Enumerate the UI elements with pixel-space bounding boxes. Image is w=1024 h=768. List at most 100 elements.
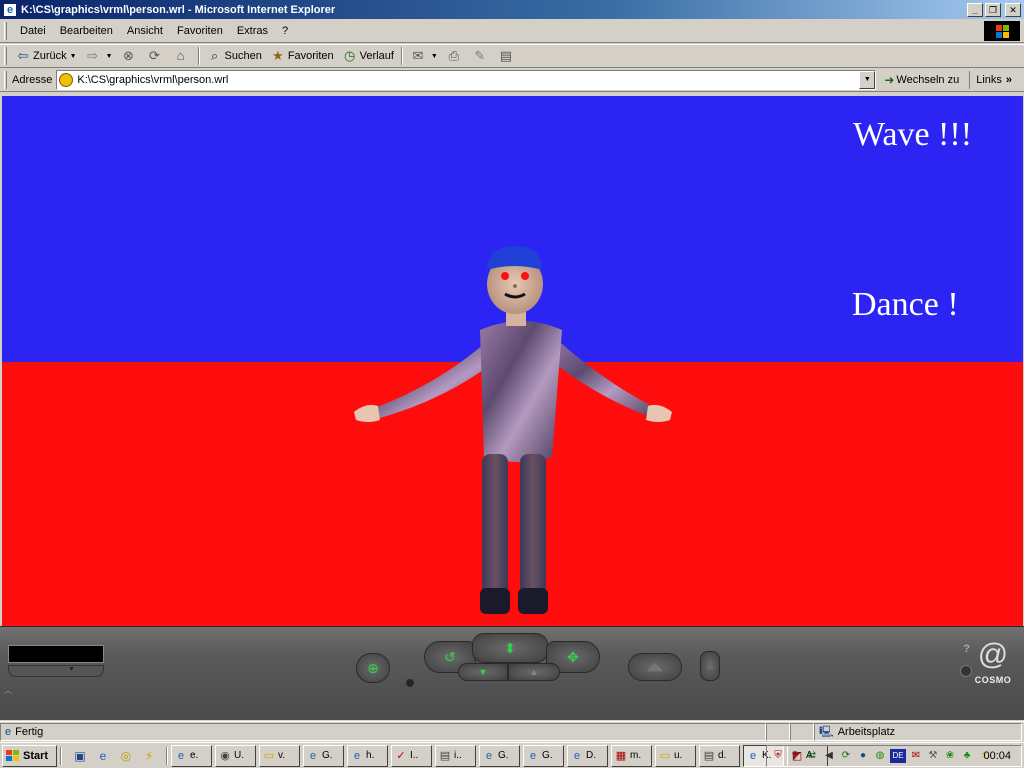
task-label: u. xyxy=(674,750,683,761)
go-label: Wechseln zu xyxy=(896,74,960,86)
task-label: v. xyxy=(278,750,286,761)
walk-button[interactable]: ⬍ xyxy=(472,633,548,663)
task-label: G. xyxy=(322,750,333,761)
print-button[interactable]: ⎙ xyxy=(442,45,468,67)
task-label: m. xyxy=(630,750,642,761)
network-icon[interactable]: ⇄ xyxy=(805,749,819,763)
status-text-panel: e Fertig xyxy=(0,723,766,741)
status-text: Fertig xyxy=(15,726,44,738)
favorites-button[interactable]: ★ Favoriten xyxy=(266,45,338,67)
shield-icon[interactable]: ⛨ xyxy=(771,749,785,763)
taskbar-task[interactable]: e G. xyxy=(479,744,520,767)
vrml-viewport[interactable]: Wave !!! Dance ! xyxy=(2,96,1023,626)
zoom-out-button[interactable]: ▲ xyxy=(508,663,560,681)
magnifier-icon[interactable]: ⚲ xyxy=(788,749,802,763)
gravity-toggle[interactable] xyxy=(406,679,414,687)
dance-link[interactable]: Dance ! xyxy=(852,286,959,324)
ie-icon: e xyxy=(3,2,17,17)
print-icon: ⎙ xyxy=(448,48,460,63)
forward-button[interactable]: ⇨ ▼ xyxy=(81,45,117,67)
history-button[interactable]: ◷ Verlauf xyxy=(338,45,398,67)
menu-favoriten[interactable]: Favoriten xyxy=(170,25,230,37)
discuss-icon: ▤ xyxy=(499,48,512,63)
clover-icon[interactable]: ♣ xyxy=(960,749,974,763)
language-indicator[interactable]: DE xyxy=(890,749,906,763)
refresh-button[interactable]: ⟳ xyxy=(143,45,169,67)
mail-button[interactable]: ✉ ▼ xyxy=(406,45,442,67)
taskbar-task[interactable]: ▤ d. xyxy=(699,744,740,767)
taskbar-task[interactable]: e G. xyxy=(303,744,344,767)
antivirus-icon[interactable]: ◍ xyxy=(873,749,887,763)
wave-link[interactable]: Wave !!! xyxy=(853,116,972,154)
taskbar-task[interactable]: e G. xyxy=(523,744,564,767)
links-button[interactable]: Links» xyxy=(969,71,1012,89)
dropdown-arrow-icon[interactable]: ▼ xyxy=(431,53,438,60)
clock[interactable]: 00:04 xyxy=(983,750,1011,762)
dropdown-arrow-icon[interactable]: ▼ xyxy=(70,53,77,60)
address-input[interactable] xyxy=(77,74,848,86)
taskbar-task[interactable]: e e. xyxy=(171,744,212,767)
viewpoint-selector[interactable]: ▼ xyxy=(8,665,104,677)
taskbar-task[interactable]: ▭ u. xyxy=(655,744,696,767)
back-button[interactable]: ⇦ Zurück ▼ xyxy=(11,45,81,67)
viewpoint-prev-next-button[interactable]: ◢◣ xyxy=(628,653,682,681)
chat-icon[interactable]: ✉ xyxy=(909,749,923,763)
taskbar-task[interactable]: ◉ U. xyxy=(215,744,256,767)
taskbar-task[interactable]: ✓ I.. xyxy=(391,744,432,767)
dropdown-arrow-icon[interactable]: ▼ xyxy=(68,666,75,673)
menu-datei[interactable]: Datei xyxy=(13,25,53,37)
toolbar-grip[interactable] xyxy=(4,47,7,65)
tool-icon[interactable]: ⚒ xyxy=(926,749,940,763)
discuss-button[interactable]: ▤ xyxy=(494,45,520,67)
menu-extras[interactable]: Extras xyxy=(230,25,275,37)
taskbar-task[interactable]: e D. xyxy=(567,744,608,767)
task-label: d. xyxy=(718,750,727,761)
seek-button[interactable]: ⊕ xyxy=(356,653,390,683)
go-button[interactable]: ➜ Wechseln zu xyxy=(884,73,959,87)
dropdown-arrow-icon[interactable]: ▼ xyxy=(106,53,113,60)
ie-quicklaunch-icon[interactable]: e xyxy=(94,747,112,765)
stop-button[interactable]: ⊗ xyxy=(117,45,143,67)
cosmo-logo-text: COSMO xyxy=(974,675,1012,685)
prev-next-icon: ◢◣ xyxy=(646,661,664,673)
app-icon: ▤ xyxy=(703,749,715,762)
flower-icon[interactable]: ❀ xyxy=(943,749,957,763)
address-field[interactable]: ▼ xyxy=(56,70,877,90)
straighten-icon: ⊥ xyxy=(705,660,715,672)
search-icon: ⌕ xyxy=(210,48,219,63)
taskbar-task[interactable]: ▤ i.. xyxy=(435,744,476,767)
media-icon[interactable]: ◎ xyxy=(117,747,135,765)
menu-help[interactable]: ? xyxy=(275,25,295,37)
menu-ansicht[interactable]: Ansicht xyxy=(120,25,170,37)
menu-bearbeiten[interactable]: Bearbeiten xyxy=(53,25,120,37)
system-tray: ⛨ ⚲ ⇄ ◀ ⟳ ● ◍ DE ✉ ⚒ ❀ ♣ ⚡ 00:04 xyxy=(766,745,1022,767)
cosmo-logo: @ COSMO xyxy=(968,635,1018,695)
collapse-icon[interactable]: ︿ xyxy=(4,685,12,696)
globe-icon[interactable]: ● xyxy=(856,749,870,763)
home-button[interactable]: ⌂ xyxy=(169,45,195,67)
viewpoint-display[interactable] xyxy=(8,645,104,663)
sync-icon[interactable]: ⟳ xyxy=(839,749,853,763)
standard-toolbar: ⇦ Zurück ▼ ⇨ ▼ ⊗ ⟳ ⌂ ⌕ Suchen ★ Favorite… xyxy=(0,44,1024,68)
straighten-button[interactable]: ⊥ xyxy=(700,651,720,681)
app-quicklaunch-icon[interactable]: ⚡ xyxy=(140,747,158,765)
taskbar-task[interactable]: e h. xyxy=(347,744,388,767)
search-button[interactable]: ⌕ Suchen xyxy=(203,45,266,67)
favorites-label: Favoriten xyxy=(287,50,334,62)
taskbar-task[interactable]: ▭ v. xyxy=(259,744,300,767)
start-button[interactable]: Start xyxy=(2,744,57,767)
maximize-button[interactable]: ❐ xyxy=(985,2,1001,17)
edit-button[interactable]: ✎ xyxy=(468,45,494,67)
show-desktop-icon[interactable]: ▣ xyxy=(71,747,89,765)
toolbar-grip[interactable] xyxy=(4,71,7,89)
toolbar-grip[interactable] xyxy=(4,21,7,40)
taskbar-task[interactable]: ▦ m. xyxy=(611,744,652,767)
address-dropdown-button[interactable]: ▼ xyxy=(859,71,876,89)
minimize-button[interactable]: _ xyxy=(967,2,983,17)
ie-icon: e xyxy=(5,726,12,738)
zoom-in-button[interactable]: ▼ xyxy=(458,663,508,681)
speaker-icon[interactable]: ◀ xyxy=(822,749,836,763)
title-bar[interactable]: e K:\CS\graphics\vrml\person.wrl - Micro… xyxy=(0,0,1024,19)
person-model[interactable] xyxy=(342,242,682,626)
close-button[interactable]: ✕ xyxy=(1005,2,1021,17)
